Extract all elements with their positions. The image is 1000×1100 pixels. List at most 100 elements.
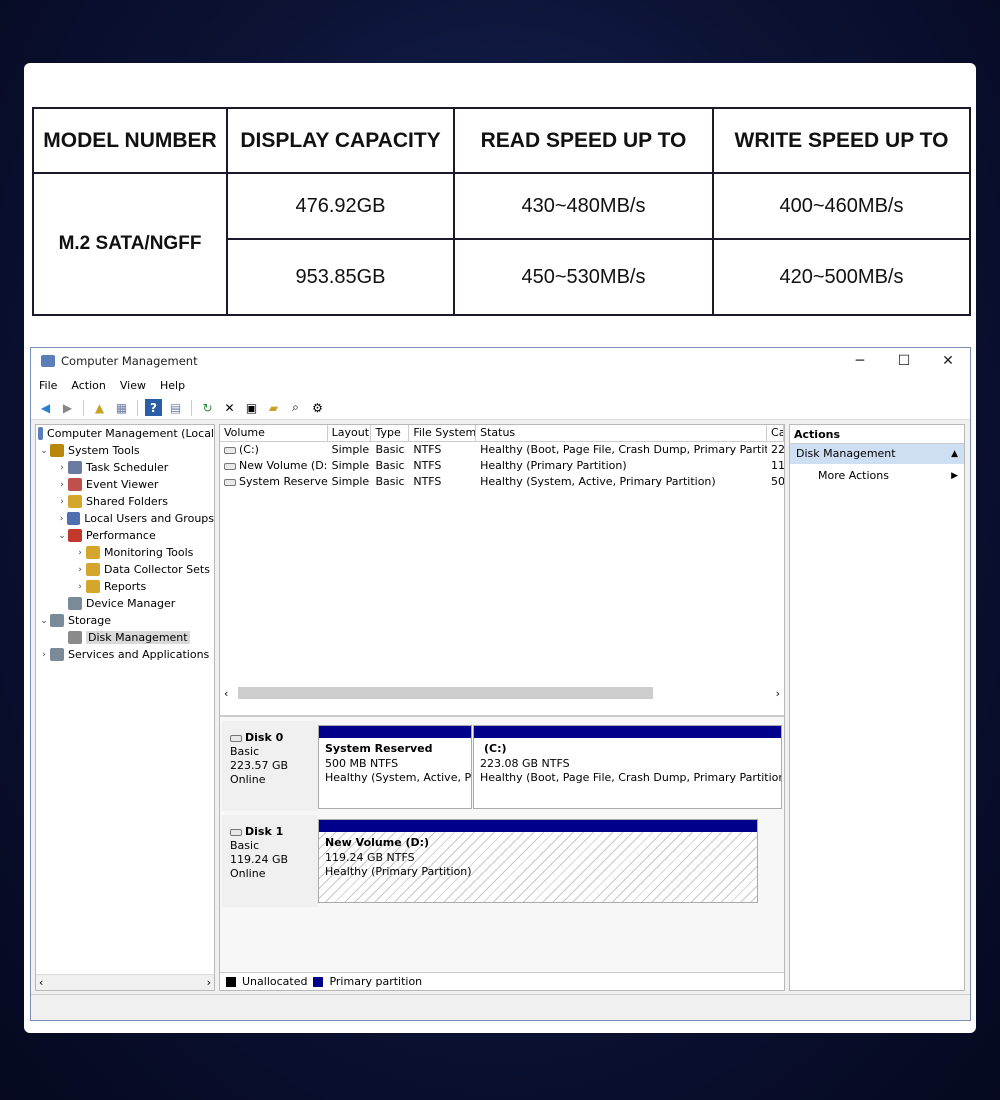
properties-pane-icon[interactable]: ▤ (167, 399, 184, 416)
computer-management-icon (38, 427, 44, 440)
expand-arrow-icon[interactable]: › (38, 650, 50, 660)
properties-icon[interactable]: ▣ (243, 399, 260, 416)
volume-row[interactable]: System Reserved Simple Basic NTFS Healthy (S… (220, 474, 784, 490)
volume-list-scrollbar[interactable]: ‹ › (220, 685, 784, 701)
column-file-system[interactable]: File System (409, 425, 477, 441)
column-volume[interactable]: Volume (220, 425, 328, 441)
volume-cell-cap: 22 (771, 443, 784, 456)
tree-item-device-manager[interactable]: Device Manager (36, 595, 214, 612)
minimize-button[interactable]: ─ (838, 353, 882, 369)
tree-item-event-viewer[interactable]: › Event Viewer (36, 476, 214, 493)
disk-1-label: Disk 1 Basic 119.24 GB Online (222, 815, 318, 907)
tree-item-services-and-applications[interactable]: › Services and Applications (36, 646, 214, 663)
volume-row[interactable]: New Volume (D:) Simple Basic NTFS Healthy (P… (220, 458, 784, 474)
forward-arrow-icon[interactable]: ▶ (59, 399, 76, 416)
expand-arrow-icon[interactable]: › (56, 480, 68, 490)
tree-item-task-scheduler[interactable]: › Task Scheduler (36, 459, 214, 476)
tree-root[interactable]: Computer Management (Local (36, 425, 214, 442)
expand-arrow-icon[interactable]: ⌄ (56, 531, 68, 541)
tree-horizontal-scrollbar[interactable]: ‹ › (36, 974, 214, 990)
disk-1-row[interactable]: Disk 1 Basic 119.24 GB Online (222, 815, 322, 907)
partition-legend: Unallocated Primary partition (220, 972, 784, 990)
actions-section-disk-management[interactable]: Disk Management ▲ (790, 444, 964, 464)
volume-cell-layout: Simple (331, 459, 370, 472)
toolbar: ◀ ▶ ▲ ▦ ? ▤ ↻ ✕ ▣ ▰ ⌕ ⚙ (31, 396, 970, 420)
partition-system-reserved[interactable]: System Reserved 500 MB NTFS Healthy (Sys… (318, 725, 472, 809)
tree-item-system-tools[interactable]: ⌄ System Tools (36, 442, 214, 459)
volume-cell-volume: (C:) (220, 442, 328, 458)
scroll-right-icon[interactable]: › (776, 687, 784, 700)
settings-icon[interactable]: ⚙ (309, 399, 326, 416)
menu-bar: File Action View Help (31, 374, 970, 396)
help-icon[interactable]: ? (145, 399, 162, 416)
users-icon (67, 512, 81, 525)
drive-icon (224, 478, 236, 486)
volume-row[interactable]: (C:) Simple Basic NTFS Healthy (Boot, Page F… (220, 442, 784, 458)
clock-icon (68, 461, 82, 474)
expand-arrow-icon[interactable]: › (56, 497, 68, 507)
capacity-cell: 476.92GB (226, 172, 455, 240)
tree-item-reports[interactable]: › Reports (36, 578, 214, 595)
open-folder-icon[interactable]: ▰ (265, 399, 282, 416)
scroll-right-icon[interactable]: › (207, 976, 211, 989)
tree-item-data-collector-sets[interactable]: › Data Collector Sets (36, 561, 214, 578)
expand-arrow-icon[interactable]: › (74, 548, 86, 558)
tree-item-storage[interactable]: ⌄ Storage (36, 612, 214, 629)
data-collector-icon (86, 563, 100, 576)
disk-icon (230, 734, 242, 742)
menu-action[interactable]: Action (71, 379, 105, 392)
volume-cell-cap: 50 (771, 475, 784, 488)
disk-0-label: Disk 0 Basic 223.57 GB Online (222, 721, 318, 811)
volume-cell-fs: NTFS (413, 443, 442, 456)
expand-arrow-icon[interactable]: › (56, 463, 68, 473)
column-layout[interactable]: Layout (328, 425, 372, 441)
expand-arrow-icon[interactable]: › (74, 582, 86, 592)
menu-help[interactable]: Help (160, 379, 185, 392)
expand-arrow-icon[interactable]: ⌄ (38, 616, 50, 626)
partition-d-drive[interactable]: New Volume (D:) 119.24 GB NTFS Healthy (… (318, 819, 758, 903)
status-bar (31, 994, 970, 1020)
tree-item-monitoring-tools[interactable]: › Monitoring Tools (36, 544, 214, 561)
scroll-left-icon[interactable]: ‹ (220, 687, 228, 700)
reports-icon (86, 580, 100, 593)
more-actions-item[interactable]: More Actions ▶ (790, 464, 964, 488)
column-capacity[interactable]: Ca (767, 425, 784, 441)
volume-list: Volume Layout Type File System Status Ca… (220, 425, 784, 713)
volume-cell-status: Healthy (Primary Partition) (480, 459, 627, 472)
menu-file[interactable]: File (39, 379, 57, 392)
header-model-number: MODEL NUMBER (32, 107, 228, 174)
tree-item-shared-folders[interactable]: › Shared Folders (36, 493, 214, 510)
expand-arrow-icon[interactable]: › (56, 514, 67, 524)
submenu-arrow-icon: ▶ (951, 471, 958, 481)
close-button[interactable]: ✕ (926, 353, 970, 369)
disk-0-row[interactable]: Disk 0 Basic 223.57 GB Online (222, 721, 322, 811)
title-bar: Computer Management ─ ☐ ✕ (31, 348, 970, 374)
expand-arrow-icon[interactable]: ⌄ (38, 446, 50, 456)
partition-c-drive[interactable]: (C:) 223.08 GB NTFS Healthy (Boot, Page … (473, 725, 782, 809)
show-hide-tree-icon[interactable]: ▦ (113, 399, 130, 416)
legend-label-primary: Primary partition (329, 975, 423, 988)
tree-item-performance[interactable]: ⌄ Performance (36, 527, 214, 544)
column-status[interactable]: Status (476, 425, 768, 441)
scroll-left-icon[interactable]: ‹ (39, 976, 43, 989)
menu-view[interactable]: View (120, 379, 146, 392)
model-number-cell: M.2 SATA/NGFF (32, 172, 228, 316)
tree-item-disk-management[interactable]: Disk Management (36, 629, 214, 646)
capacity-cell: 953.85GB (226, 238, 455, 316)
delete-icon[interactable]: ✕ (221, 399, 238, 416)
refresh-icon[interactable]: ↻ (199, 399, 216, 416)
partition-bar (319, 820, 757, 832)
collapse-arrow-icon[interactable]: ▲ (951, 444, 958, 464)
volume-cell-type: Basic (375, 459, 405, 472)
scroll-thumb[interactable] (238, 687, 653, 699)
expand-arrow-icon[interactable]: › (74, 565, 86, 575)
search-icon[interactable]: ⌕ (287, 399, 304, 416)
event-viewer-icon (68, 478, 82, 491)
up-folder-icon[interactable]: ▲ (91, 399, 108, 416)
maximize-button[interactable]: ☐ (882, 353, 926, 369)
navigation-tree: Computer Management (Local ⌄ System Tools… (35, 424, 215, 991)
back-arrow-icon[interactable]: ◀ (37, 399, 54, 416)
volume-cell-fs: NTFS (413, 475, 442, 488)
column-type[interactable]: Type (371, 425, 410, 441)
tree-item-local-users-and-groups[interactable]: › Local Users and Groups (36, 510, 214, 527)
